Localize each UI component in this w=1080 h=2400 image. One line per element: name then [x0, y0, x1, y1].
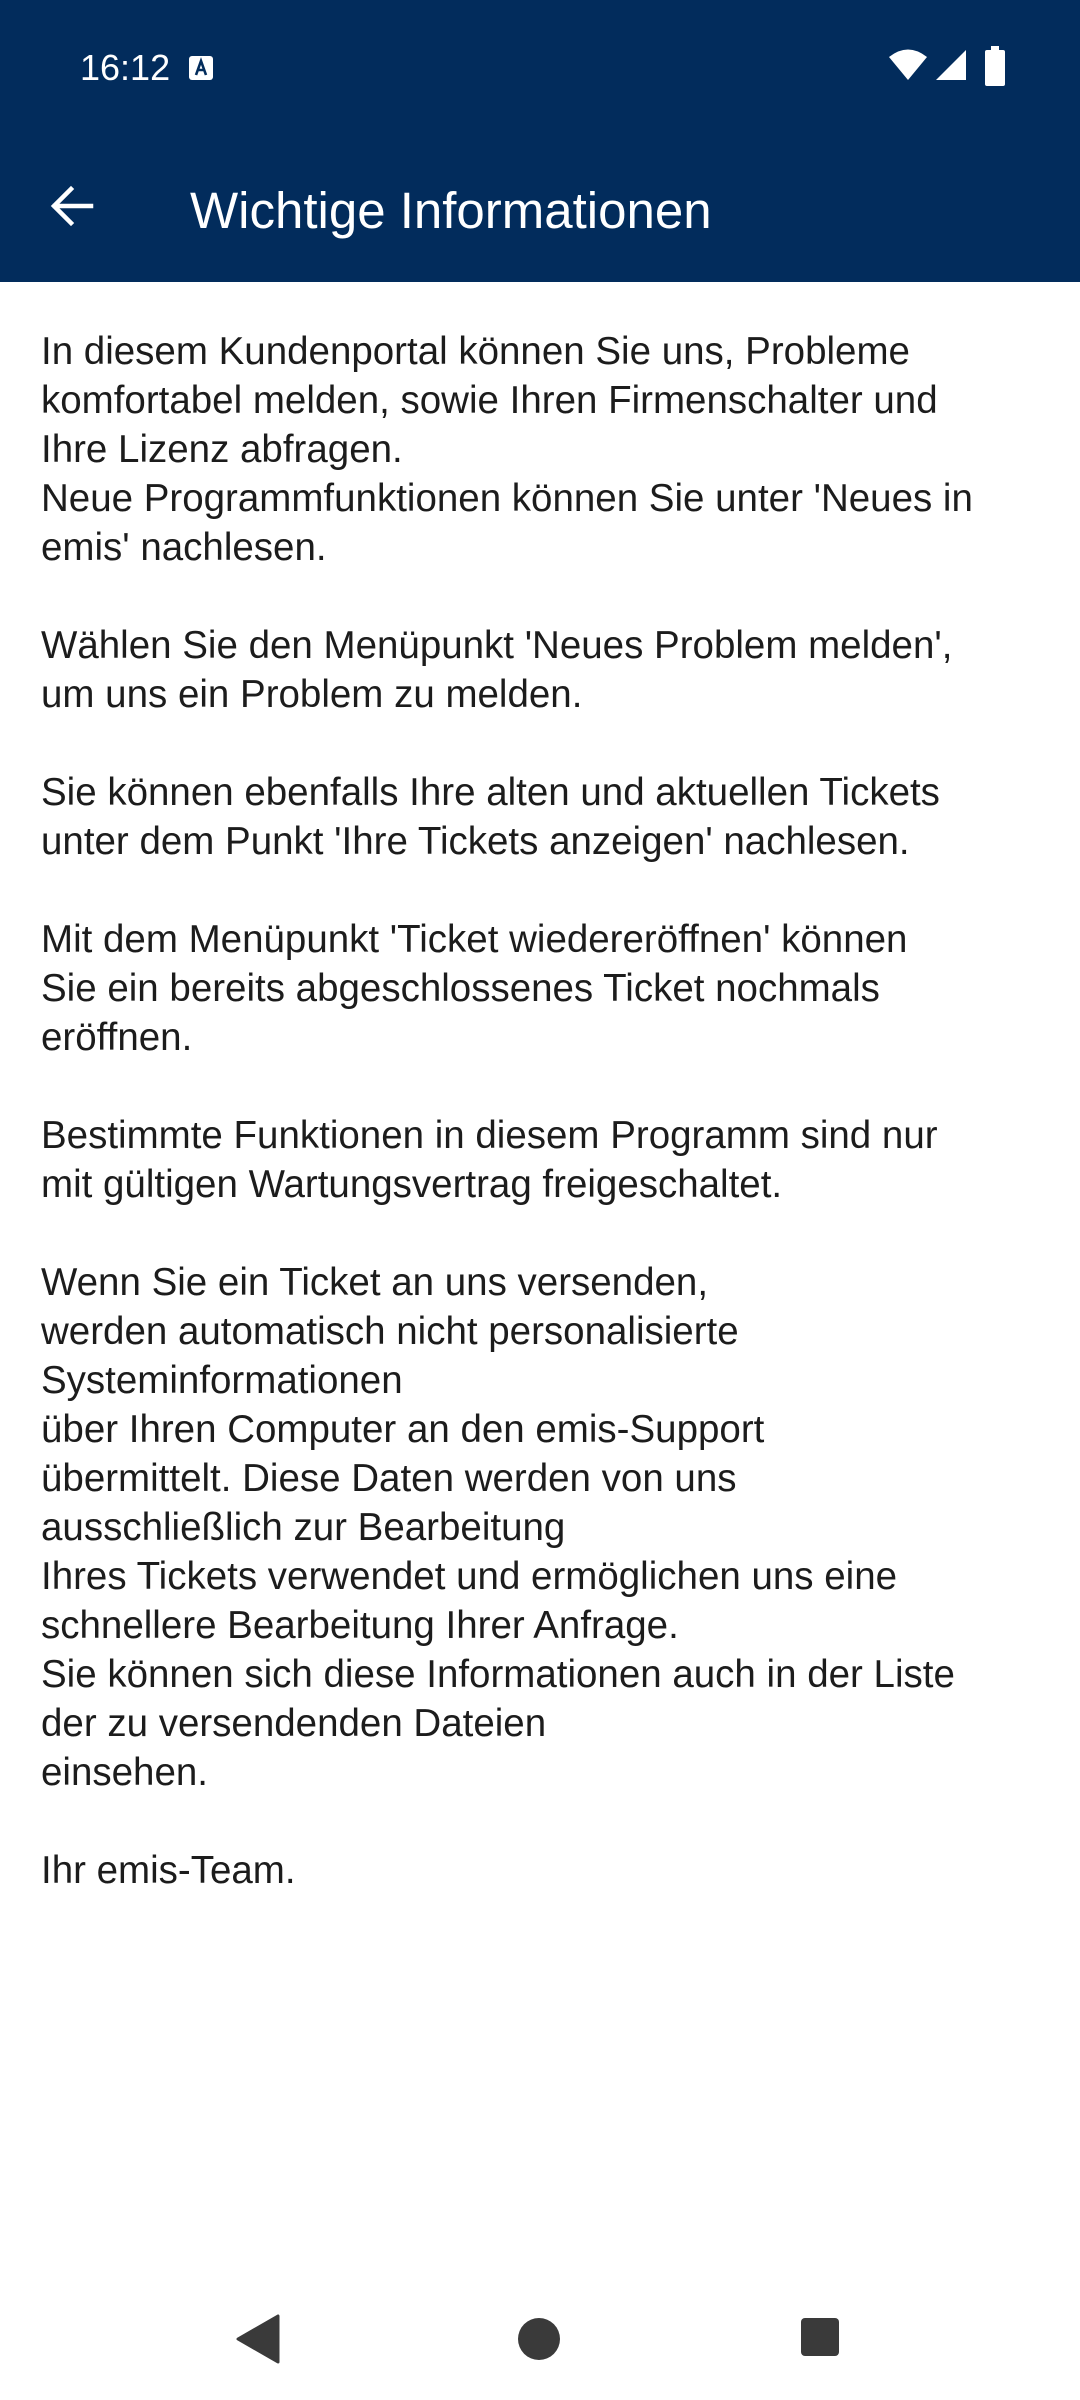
wifi-icon: [889, 49, 927, 80]
screen: 16:12 Wichtige Informationen In diesem K…: [0, 0, 1080, 2400]
system-nav-bar: [0, 2280, 1080, 2400]
status-time: 16:12: [80, 47, 171, 88]
paragraph-maintenance: Bestimmte Funktionen in diesem Programm …: [41, 1114, 938, 1206]
back-button[interactable]: [34, 168, 110, 244]
arrow-back-icon: [50, 185, 94, 227]
paragraph-tickets: Sie können ebenfalls Ihre alten und aktu…: [41, 771, 940, 863]
paragraph-intro: In diesem Kundenportal können Sie uns, P…: [41, 330, 973, 569]
signal-icon: [936, 50, 966, 80]
nav-back-icon[interactable]: [236, 2314, 280, 2364]
paragraph-reopen: Mit dem Menüpunkt 'Ticket wiedereröffnen…: [41, 918, 908, 1059]
app-bar: 16:12 Wichtige Informationen: [0, 0, 1080, 282]
nav-recents-icon[interactable]: [800, 2317, 840, 2357]
keyboard-a-icon: [189, 56, 213, 80]
page-title: Wichtige Informationen: [190, 182, 712, 239]
info-text: In diesem Kundenportal können Sie uns, P…: [41, 327, 1051, 1944]
paragraph-new-problem: Wählen Sie den Menüpunkt 'Neues Problem …: [41, 624, 953, 716]
nav-home-icon[interactable]: [517, 2317, 561, 2361]
battery-icon: [985, 46, 1005, 86]
paragraph-signature: Ihr emis-Team.: [41, 1849, 296, 1892]
paragraph-system-info: Wenn Sie ein Ticket an uns versenden, we…: [41, 1261, 955, 1794]
